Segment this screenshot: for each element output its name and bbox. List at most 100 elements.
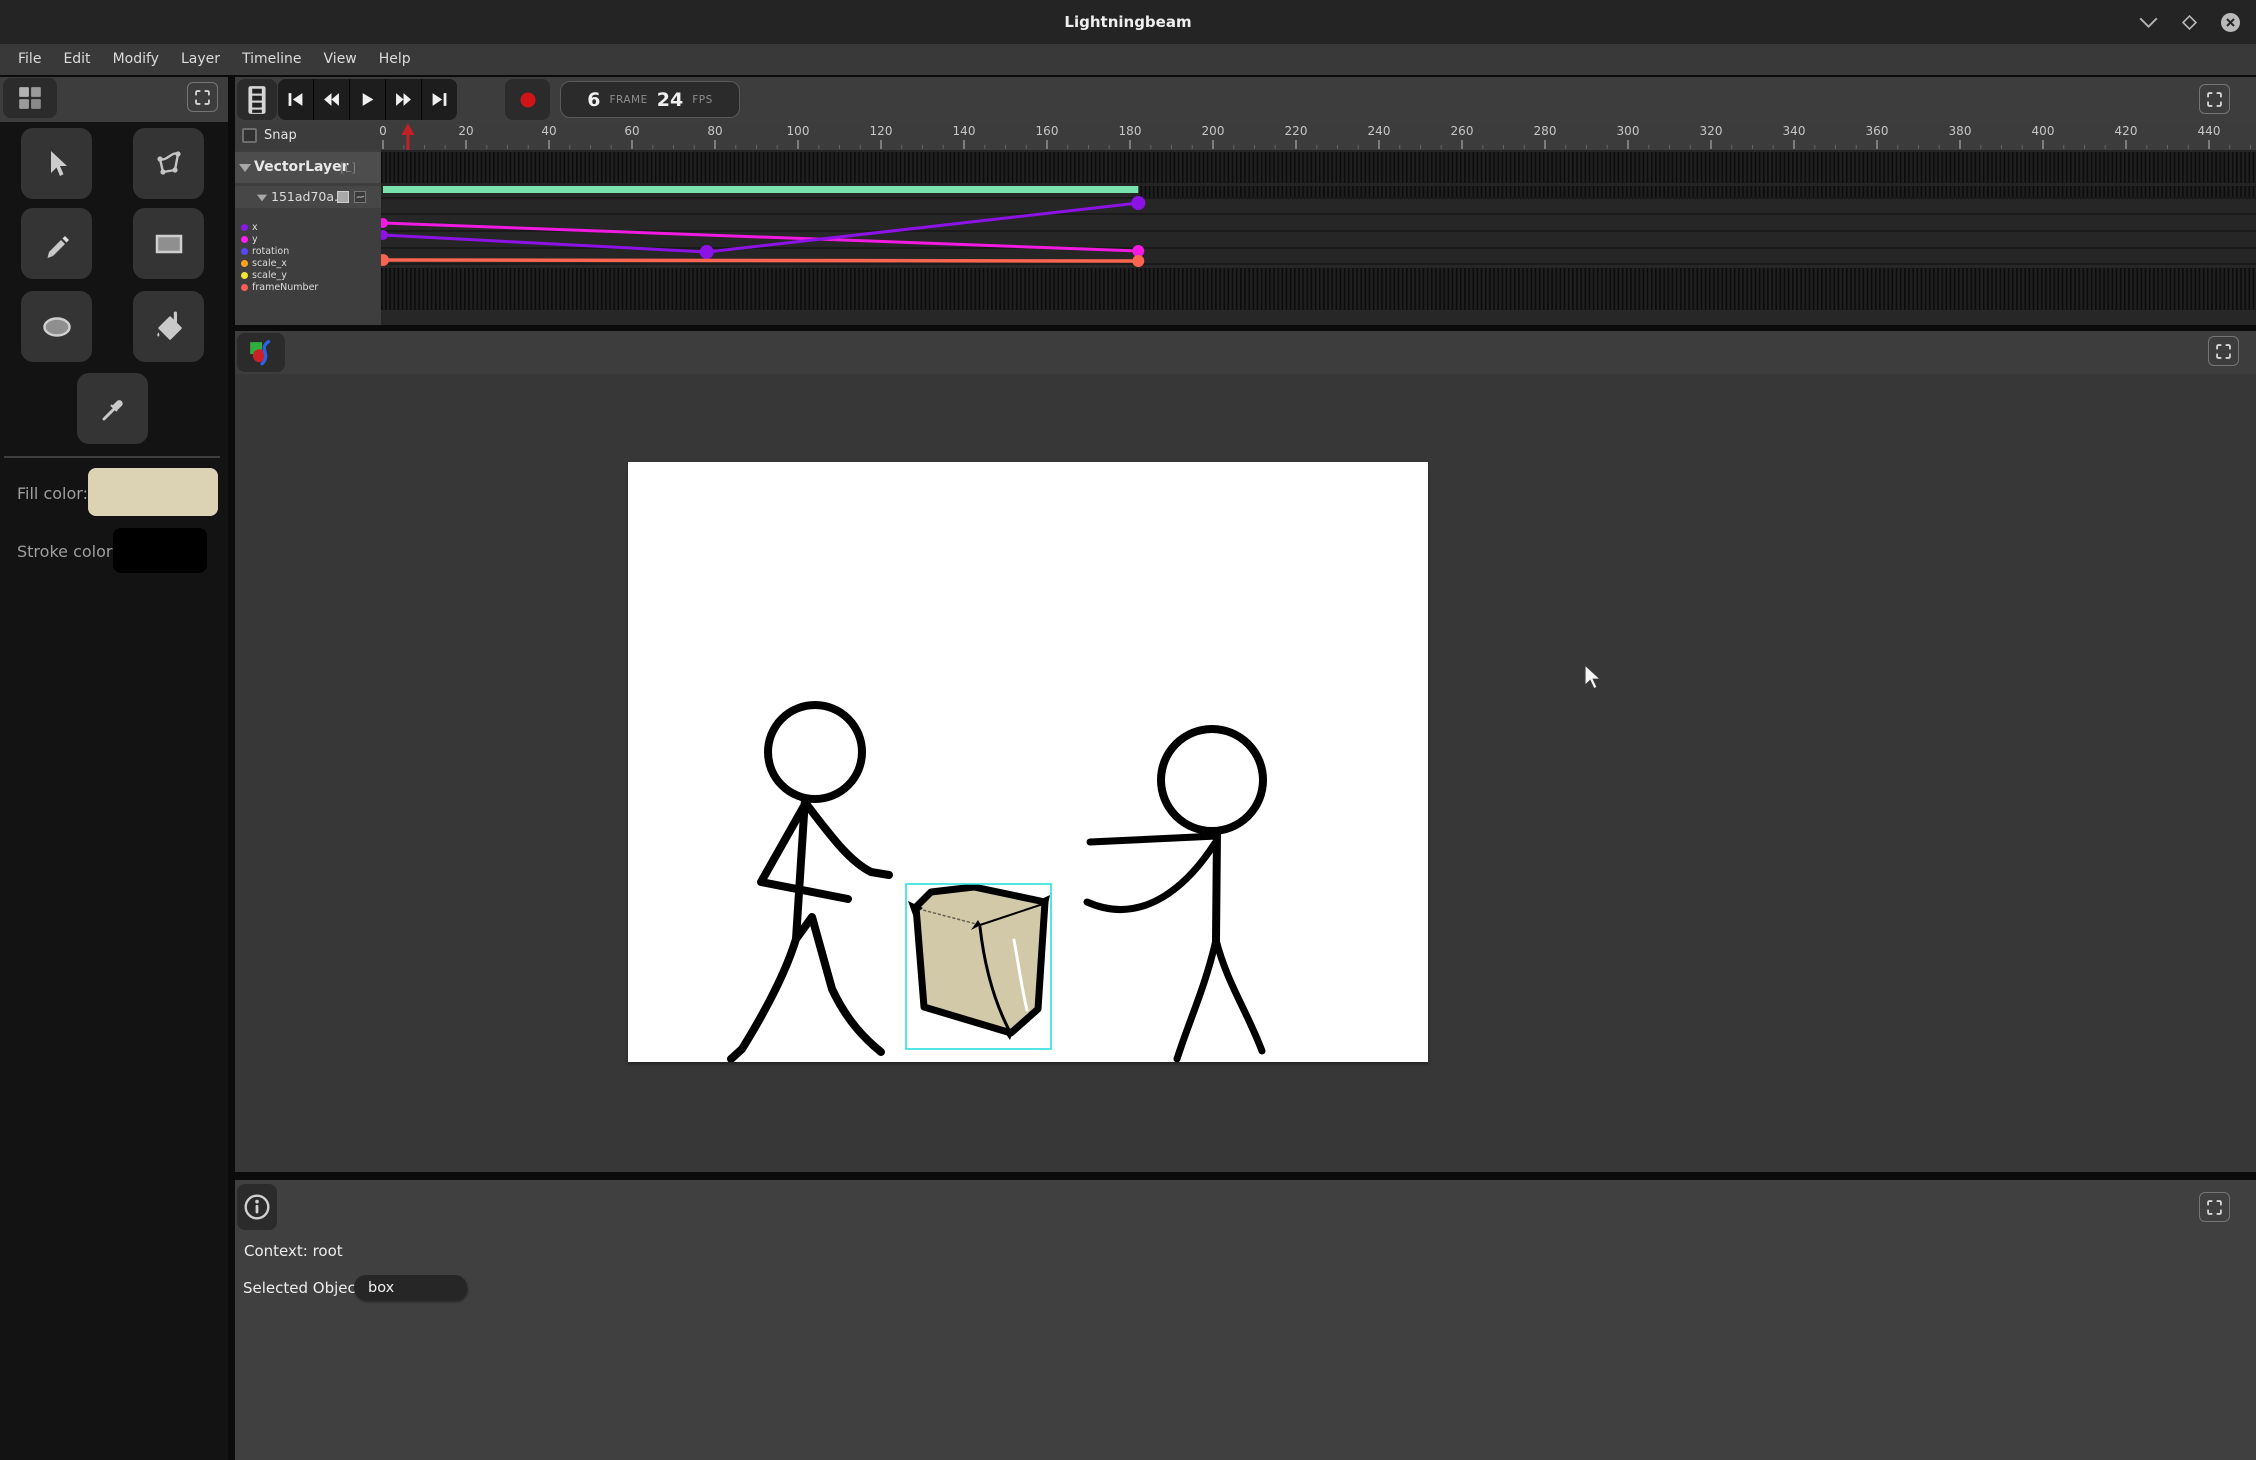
skip-to-end-button[interactable] [422, 79, 457, 120]
frame-strip-bottom[interactable] [381, 268, 2256, 310]
menu-timeline[interactable]: Timeline [231, 44, 313, 75]
property-label: rotation [252, 246, 289, 257]
fill-color-swatch[interactable] [88, 468, 218, 516]
maximize-button[interactable] [2182, 15, 2197, 30]
inspector-expand-button[interactable] [2199, 1192, 2230, 1222]
svg-text:440: 440 [2198, 124, 2221, 138]
svg-text:120: 120 [870, 124, 893, 138]
snap-checkbox[interactable] [242, 128, 257, 143]
skip-to-start-button[interactable] [278, 79, 313, 120]
layer-list: VectorLayer [L] 151ad70a... xyrotationsc… [235, 150, 381, 325]
property-row-scale_x[interactable]: scale_x [235, 257, 381, 269]
svg-text:420: 420 [2115, 124, 2138, 138]
transform-tool-button[interactable] [133, 128, 204, 199]
drawing-canvas[interactable] [628, 462, 1428, 1062]
ellipse-tool-button[interactable] [21, 291, 92, 362]
tools-panel-header [0, 77, 228, 122]
select-tool-button[interactable] [21, 128, 92, 199]
minimize-button[interactable] [2139, 17, 2158, 28]
property-row-y[interactable]: y [235, 233, 381, 245]
collapse-triangle-icon[interactable] [239, 164, 251, 172]
app-window: Lightningbeam FileEditModifyLayerTimelin… [0, 0, 2256, 1460]
svg-text:40: 40 [541, 124, 556, 138]
tools-expand-button[interactable] [187, 82, 218, 112]
canvas-expand-button[interactable] [2208, 336, 2239, 366]
record-button[interactable] [505, 79, 550, 120]
menu-bar: FileEditModifyLayerTimelineViewHelp [0, 44, 2256, 75]
selected-object-label: Selected Object [243, 1279, 362, 1297]
timeline-panel-header: 6 FRAME 24 FPS [235, 77, 2256, 122]
property-row-rotation[interactable]: rotation [235, 245, 381, 257]
keyframe-dot[interactable] [1131, 196, 1145, 210]
svg-text:100: 100 [787, 124, 810, 138]
svg-text:260: 260 [1451, 124, 1474, 138]
eyedropper-tool-button[interactable] [77, 373, 148, 444]
svg-text:20: 20 [458, 124, 473, 138]
timeline-ruler[interactable]: 0204060801001201401601802002202402602803… [235, 122, 2256, 150]
keyframe-dot[interactable] [1132, 255, 1144, 267]
snap-label: Snap [264, 122, 297, 150]
property-row-frameNumber[interactable]: frameNumber [235, 281, 381, 293]
object-row-151ad70a[interactable]: 151ad70a... [235, 186, 381, 208]
tools-tab[interactable] [3, 78, 57, 118]
menu-modify[interactable]: Modify [102, 44, 170, 75]
frame-value: 6 [587, 89, 600, 111]
stick-figure-right[interactable] [1087, 729, 1263, 1059]
keyframe-dot[interactable] [700, 245, 714, 259]
menu-file[interactable]: File [7, 44, 52, 75]
timeline-tab[interactable] [237, 79, 277, 120]
paint-bucket-tool-button[interactable] [133, 291, 204, 362]
box[interactable] [908, 887, 1050, 1040]
stick-figure-left[interactable] [731, 705, 889, 1059]
rewind-button[interactable] [314, 79, 349, 120]
frame-fps-display: 6 FRAME 24 FPS [560, 81, 740, 118]
timeline-panel: 6 FRAME 24 FPS 0204060801001201401601802… [235, 77, 2256, 325]
property-color-dot [241, 236, 248, 243]
property-label: scale_y [252, 270, 287, 281]
pencil-tool-button[interactable] [21, 208, 92, 279]
svg-text:180: 180 [1119, 124, 1142, 138]
property-row-scale_y[interactable]: scale_y [235, 269, 381, 281]
svg-text:80: 80 [707, 124, 722, 138]
title-bar: Lightningbeam [0, 0, 2256, 44]
object-name: 151ad70a... [271, 189, 346, 204]
menu-view[interactable]: View [313, 44, 368, 75]
object-curve-button[interactable] [354, 191, 366, 203]
property-row-x[interactable]: x [235, 221, 381, 233]
inspector-panel: Context: root Selected Object box [235, 1180, 2256, 1460]
svg-text:400: 400 [2032, 124, 2055, 138]
clip-duration-bar[interactable] [383, 186, 1138, 193]
fast-forward-button[interactable] [386, 79, 421, 120]
property-color-dot [241, 248, 248, 255]
property-color-dot [241, 284, 248, 291]
info-tab[interactable] [237, 1184, 277, 1230]
canvas-tab[interactable] [237, 333, 285, 372]
svg-text:280: 280 [1534, 124, 1557, 138]
canvas-workspace[interactable] [235, 374, 2256, 1172]
menu-layer[interactable]: Layer [170, 44, 231, 75]
svg-text:360: 360 [1866, 124, 1889, 138]
property-color-dot [241, 224, 248, 231]
frame-strip-layer[interactable] [381, 152, 2256, 183]
fill-color-label: Fill color: [17, 484, 88, 503]
svg-text:140: 140 [953, 124, 976, 138]
collapse-triangle-icon[interactable] [257, 195, 267, 202]
object-visibility-button[interactable] [337, 191, 349, 203]
stroke-color-swatch[interactable] [113, 528, 207, 573]
menu-help[interactable]: Help [368, 44, 422, 75]
svg-text:60: 60 [624, 124, 639, 138]
timeline-ruler-row: 0204060801001201401601802002202402602803… [235, 122, 2256, 150]
svg-text:380: 380 [1949, 124, 1972, 138]
rectangle-tool-button[interactable] [133, 208, 204, 279]
fps-value: 24 [657, 89, 683, 111]
layer-row-vectorlayer[interactable]: VectorLayer [L] [235, 152, 381, 183]
timeline-expand-button[interactable] [2199, 84, 2230, 114]
close-button[interactable] [2220, 12, 2241, 33]
keyframe-track-area[interactable] [381, 150, 2256, 325]
play-button[interactable] [350, 79, 385, 120]
svg-text:240: 240 [1368, 124, 1391, 138]
selected-object-field[interactable]: box [354, 1275, 467, 1300]
divider [4, 456, 220, 458]
svg-text:160: 160 [1036, 124, 1059, 138]
menu-edit[interactable]: Edit [52, 44, 101, 75]
